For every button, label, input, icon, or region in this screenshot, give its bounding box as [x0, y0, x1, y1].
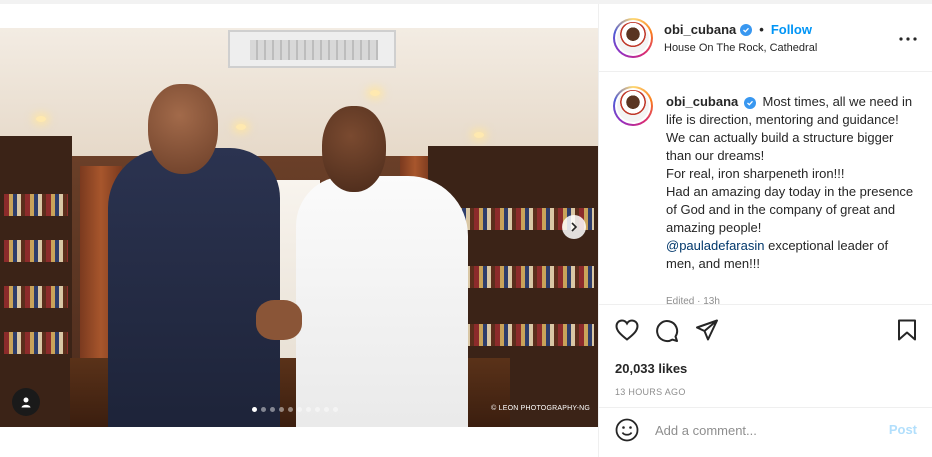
carousel-dot — [297, 407, 302, 412]
more-options-button[interactable] — [899, 28, 917, 46]
likes-count[interactable]: 20,033 likes — [615, 361, 687, 376]
header-username[interactable]: obi_cubana — [664, 22, 736, 37]
photo-person-left — [108, 148, 280, 427]
user-tag-icon — [21, 397, 31, 408]
post-location[interactable]: House On The Rock, Cathedral — [664, 42, 817, 54]
share-button[interactable] — [695, 319, 719, 346]
edited-label: Edited · 13h — [666, 296, 720, 304]
photo-person-right-head — [322, 106, 386, 192]
follow-button[interactable]: Follow — [771, 22, 812, 37]
save-button[interactable] — [897, 319, 917, 346]
photo-bookshelf-left — [0, 136, 72, 427]
carousel-dot — [270, 407, 275, 412]
paper-plane-icon — [696, 319, 718, 341]
emoji-smiley-icon — [615, 418, 639, 442]
more-options-icon — [899, 37, 917, 41]
chevron-right-icon — [571, 222, 578, 232]
post-header: obi_cubana • Follow House On The Rock, C… — [599, 4, 932, 72]
caption-line-mention: @pauladefarasin exceptional leader of me… — [666, 237, 914, 273]
photo-ac-unit — [228, 30, 396, 68]
post-media[interactable]: © LEON PHOTOGRAPHY-NG — [0, 28, 598, 427]
heart-icon — [615, 319, 639, 341]
carousel-dot — [333, 407, 338, 412]
caption-mention-link[interactable]: @pauladefarasin — [666, 238, 764, 253]
post-side-panel: obi_cubana • Follow House On The Rock, C… — [598, 4, 932, 457]
verified-badge-icon — [743, 97, 756, 109]
carousel-dot — [315, 407, 320, 412]
post-comment-button[interactable]: Post — [889, 422, 917, 437]
photo-light — [36, 116, 46, 122]
photo-watermark: © LEON PHOTOGRAPHY-NG — [491, 405, 590, 412]
caption-line: We can actually build a structure bigger… — [666, 130, 894, 163]
carousel-dot — [252, 407, 257, 412]
post-actions — [599, 304, 932, 358]
photo-person-right — [296, 176, 468, 427]
comment-bubble-icon — [656, 320, 679, 343]
emoji-button[interactable] — [615, 418, 639, 447]
caption-avatar[interactable] — [613, 86, 653, 126]
photo-light — [370, 90, 380, 96]
header-separator: • — [759, 22, 764, 37]
carousel-dot — [324, 407, 329, 412]
carousel-indicator — [252, 407, 338, 412]
post-timestamp[interactable]: 13 HOURS AGO — [615, 387, 686, 397]
carousel-dot — [279, 407, 284, 412]
carousel-dot — [306, 407, 311, 412]
verified-badge-icon — [740, 23, 753, 36]
comment-bar: Post — [599, 407, 932, 453]
post-caption: obi_cubana Most times, all we need in li… — [666, 93, 914, 273]
carousel-dot — [261, 407, 266, 412]
comment-button[interactable] — [655, 319, 679, 348]
carousel-next-button[interactable] — [562, 215, 586, 239]
comment-input[interactable] — [655, 420, 875, 440]
avatar[interactable] — [613, 18, 653, 58]
caption-line: Had an amazing day today in the presence… — [666, 184, 914, 235]
photo-light — [474, 132, 484, 138]
photo-person-left-head — [148, 84, 218, 174]
caption-username[interactable]: obi_cubana — [666, 94, 738, 109]
tagged-users-button[interactable] — [12, 388, 40, 416]
carousel-dot — [288, 407, 293, 412]
caption-line: For real, iron sharpeneth iron!!! — [666, 166, 845, 181]
photo-handshake — [256, 300, 302, 340]
photo-light — [236, 124, 246, 130]
like-button[interactable] — [615, 319, 639, 346]
bookmark-icon — [898, 319, 916, 341]
caption-area: obi_cubana Most times, all we need in li… — [599, 72, 932, 304]
